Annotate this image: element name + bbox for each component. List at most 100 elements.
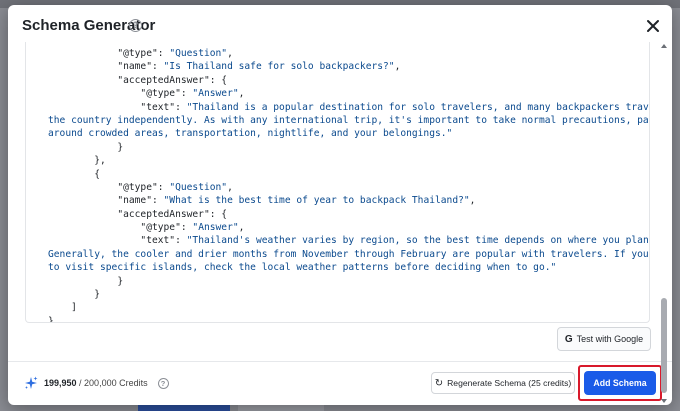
question-circle-icon[interactable]: ? [129,19,142,32]
code-key: "acceptedAnswer" [117,208,210,220]
code-line: "@type": "Question", [26,181,649,194]
code-line: } [26,288,649,301]
code-sep: : [157,181,170,193]
code-line: ] [26,301,649,314]
code-key: "@type" [117,48,158,59]
code-sep: : [209,74,222,86]
code-value: "Thailand's weather varies by region, so… [186,235,649,247]
code-sep: : [175,101,187,113]
modal-header: Schema Generator ? [8,5,672,47]
code-sep: : [157,48,170,59]
code-value: around crowded areas, transportation, ni… [48,128,453,140]
credits-help-icon[interactable]: ? [157,377,169,389]
add-schema-label: Add Schema [593,378,647,388]
close-icon[interactable] [644,17,662,35]
test-with-google-label: Test with Google [576,334,644,344]
code-line: "acceptedAnswer": { [26,208,649,221]
sparkle-icon [25,376,38,389]
schema-code-panel[interactable]: "@type": "Question", "name": "Is Thailan… [25,42,650,323]
code-line: "acceptedAnswer": { [26,74,649,87]
code-sep: : [209,208,222,220]
credits-info: 199,950 / 200,000 Credits ? [24,376,169,390]
code-key: "acceptedAnswer" [117,74,210,86]
code-value: the country independently. As with any i… [48,114,650,126]
code-key: "name" [117,61,152,73]
scroll-down-icon[interactable] [660,397,668,405]
code-tail: , [394,61,401,73]
footer-divider [8,361,672,362]
code-tail: } [94,289,100,301]
schema-generator-modal: Schema Generator ? "@type": "Question", … [8,5,672,405]
code-tail: } [117,141,124,153]
scrollbar-thumb[interactable] [661,298,667,393]
code-value: "What is the best time of year to backpa… [163,195,470,207]
code-line: "@type": "Question", [26,47,649,60]
schema-code: "@type": "Question", "name": "Is Thailan… [26,47,650,322]
code-line: } [26,141,649,154]
google-g-icon: G [564,333,573,345]
code-value: "Thailand is a popular destination for s… [186,101,650,113]
code-value: "Question" [169,48,228,59]
code-line: } [26,315,649,322]
code-tail: , [469,195,476,207]
code-line: }, [26,154,649,167]
code-tail: } [117,275,124,287]
scrollbar[interactable] [660,42,668,405]
code-tail: , [227,181,233,193]
code-line: "text": "Thailand's weather varies by re… [26,234,649,247]
test-with-google-button[interactable]: G Test with Google [557,327,651,351]
code-sep: : [151,61,164,73]
code-value: "Answer" [192,88,239,100]
code-value: to visit specific islands, check the loc… [48,262,557,274]
code-value: Generally, the cooler and drier months f… [48,248,649,260]
regenerate-schema-button[interactable]: ↻ Regenerate Schema (25 credits) [431,372,575,394]
scroll-up-icon[interactable] [660,42,668,50]
code-tail: , [238,88,245,100]
code-line: "text": "Thailand is a popular destinati… [26,101,650,114]
code-line: Generally, the cooler and drier months f… [26,248,649,261]
code-line: to visit specific islands, check the loc… [26,261,649,274]
code-tail: , [238,222,245,234]
code-line: the country independently. As with any i… [26,114,650,127]
code-line: "name": "Is Thailand safe for solo backp… [26,60,649,73]
code-sep: : [180,222,193,234]
code-key: "@type" [140,88,181,100]
code-key: "text" [140,235,176,247]
credits-total: / 200,000 Credits [76,378,148,388]
credits-used: 199,950 [44,378,77,388]
code-line: } [26,275,649,288]
regenerate-schema-label: Regenerate Schema (25 credits) [447,378,572,388]
code-tail: }, [94,155,106,167]
code-key: "@type" [117,181,158,193]
code-key: "text" [140,101,176,113]
code-sep: : [180,88,193,100]
code-sep: : [151,195,164,207]
code-tail: , [227,48,233,59]
add-schema-button[interactable]: Add Schema [584,371,656,395]
code-line: "@type": "Answer", [26,87,649,100]
code-tail: ] [71,302,77,314]
refresh-icon: ↻ [434,377,444,389]
code-line: around crowded areas, transportation, ni… [26,127,649,140]
code-value: "Is Thailand safe for solo backpackers?" [163,61,395,73]
code-line: { [26,168,649,181]
code-tail: { [221,208,228,220]
code-value: "Question" [169,181,228,193]
code-value: "Answer" [192,222,239,234]
